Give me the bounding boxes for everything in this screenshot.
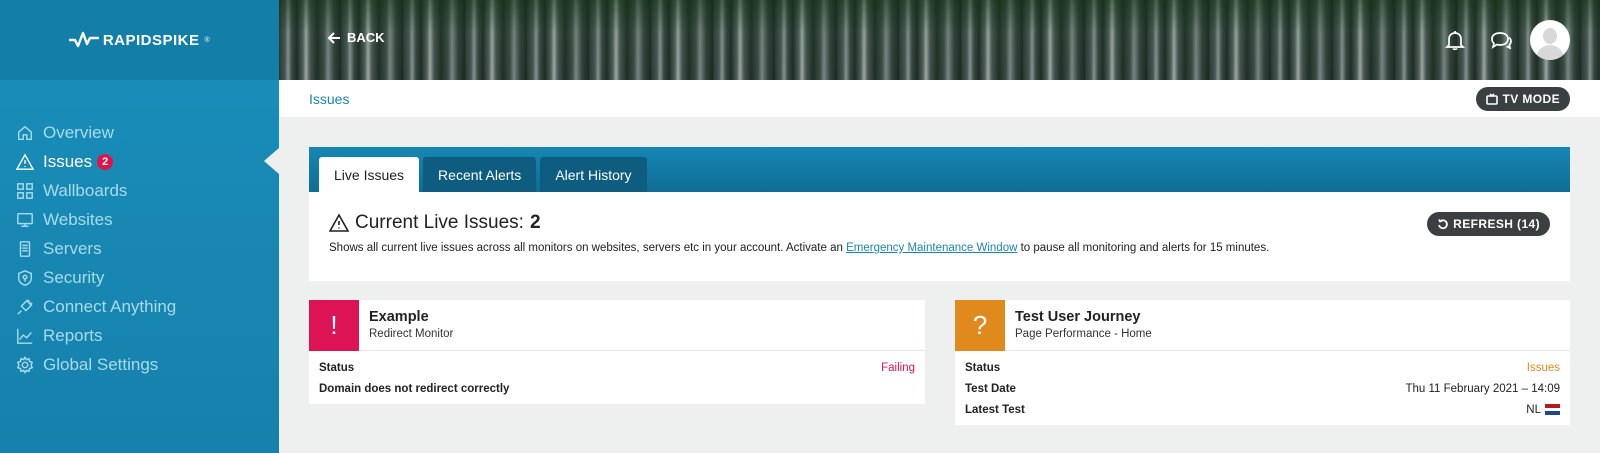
shield-icon bbox=[15, 268, 35, 288]
logo-bar: RAPIDSPIKE ® bbox=[0, 0, 279, 80]
sidebar-item-issues[interactable]: Issues 2 bbox=[0, 147, 279, 176]
issue-card-header: ! Example Redirect Monitor bbox=[309, 300, 925, 351]
sidebar-item-reports[interactable]: Reports bbox=[0, 321, 279, 350]
sidebar-item-label: Reports bbox=[43, 325, 103, 345]
tv-icon bbox=[1485, 93, 1498, 105]
issues-count-badge: 2 bbox=[97, 153, 114, 170]
tab-bar: Live Issues Recent Alerts Alert History bbox=[309, 147, 1570, 192]
netherlands-flag-icon bbox=[1545, 404, 1560, 416]
latest-test-label: Latest Test bbox=[965, 403, 1025, 416]
user-avatar[interactable] bbox=[1530, 20, 1570, 60]
unknown-status-icon: ? bbox=[955, 300, 1005, 351]
avatar-body bbox=[1536, 45, 1564, 60]
live-issues-panel: Live Issues Recent Alerts Alert History … bbox=[309, 147, 1570, 281]
issue-detail: Domain does not redirect correctly bbox=[319, 382, 510, 395]
brand-name: RAPIDSPIKE bbox=[102, 31, 200, 49]
sidebar-item-global-settings[interactable]: Global Settings bbox=[0, 350, 279, 379]
status-row: Status Failing bbox=[319, 357, 915, 378]
failing-status-icon: ! bbox=[309, 300, 359, 351]
server-icon bbox=[15, 239, 35, 259]
live-issues-title-text: Current Live Issues: bbox=[355, 212, 524, 233]
back-button[interactable]: BACK bbox=[327, 30, 385, 45]
plug-icon bbox=[15, 297, 35, 317]
issue-card-details: Status Failing Domain does not redirect … bbox=[309, 351, 925, 399]
sidebar-item-label: Overview bbox=[43, 122, 114, 142]
latest-test-value: NL bbox=[1526, 404, 1560, 416]
grid-icon bbox=[15, 181, 35, 201]
sidebar-item-websites[interactable]: Websites bbox=[0, 205, 279, 234]
warning-icon bbox=[329, 213, 349, 232]
status-label: Status bbox=[319, 361, 355, 374]
logo-mark-icon bbox=[68, 31, 99, 48]
sidebar-item-label: Security bbox=[43, 267, 105, 287]
header-banner-image bbox=[279, 0, 1600, 80]
avatar-head bbox=[1543, 28, 1557, 44]
status-label: Status bbox=[965, 361, 1001, 374]
brand-trademark: ® bbox=[204, 36, 211, 44]
breadcrumb[interactable]: Issues bbox=[309, 91, 349, 107]
back-label: BACK bbox=[347, 30, 385, 45]
description-text-before: Shows all current live issues across all… bbox=[329, 242, 847, 254]
issue-card-subtitle: Page Performance - Home bbox=[1015, 328, 1152, 340]
sidebar-item-label: Websites bbox=[43, 209, 113, 229]
active-item-indicator bbox=[264, 148, 279, 174]
latest-test-row: Latest Test NL bbox=[965, 399, 1560, 420]
issue-card[interactable]: ? Test User Journey Page Performance - H… bbox=[955, 300, 1570, 425]
tab-recent-alerts[interactable]: Recent Alerts bbox=[423, 157, 537, 192]
home-icon bbox=[15, 123, 35, 143]
brand-logo[interactable]: RAPIDSPIKE ® bbox=[68, 30, 211, 50]
monitor-icon bbox=[15, 210, 35, 230]
sidebar-nav: Overview Issues 2 Wallboards Websites Se… bbox=[0, 118, 279, 379]
refresh-icon bbox=[1438, 219, 1448, 230]
sidebar-item-label: Connect Anything bbox=[43, 296, 177, 316]
latest-test-location: NL bbox=[1526, 403, 1541, 416]
issue-card-title: Test User Journey bbox=[1015, 309, 1141, 325]
issue-card-titles: Example Redirect Monitor bbox=[359, 300, 463, 350]
live-issues-count: 2 bbox=[529, 212, 541, 233]
bell-icon[interactable] bbox=[1443, 28, 1467, 52]
sidebar-item-label: Issues bbox=[43, 151, 93, 171]
refresh-button[interactable]: REFRESH (14) bbox=[1427, 212, 1550, 236]
test-date-value: Thu 11 February 2021 – 14:09 bbox=[1405, 382, 1560, 395]
live-issues-description: Shows all current live issues across all… bbox=[329, 242, 1550, 254]
emergency-maintenance-link[interactable]: Emergency Maintenance Window bbox=[846, 242, 1017, 254]
tv-mode-label: TV MODE bbox=[1502, 92, 1560, 106]
gear-icon bbox=[15, 355, 35, 375]
test-date-row: Test Date Thu 11 February 2021 – 14:09 bbox=[965, 378, 1560, 399]
chart-icon bbox=[15, 326, 35, 346]
panel-body: Current Live Issues: 2 Shows all current… bbox=[309, 192, 1570, 254]
sidebar-item-label: Global Settings bbox=[43, 354, 159, 374]
sidebar-item-label: Servers bbox=[43, 238, 102, 258]
sidebar-item-overview[interactable]: Overview bbox=[0, 118, 279, 147]
description-text-after: to pause all monitoring and alerts for 1… bbox=[1017, 242, 1270, 254]
issue-card-header: ? Test User Journey Page Performance - H… bbox=[955, 300, 1570, 351]
issue-card-subtitle: Redirect Monitor bbox=[369, 328, 454, 340]
detail-row: Domain does not redirect correctly bbox=[319, 378, 915, 399]
sidebar: RAPIDSPIKE ® Overview Issues 2 Wallboards… bbox=[0, 0, 279, 453]
breadcrumb-bar: Issues TV MODE bbox=[279, 80, 1600, 117]
live-issues-title: Current Live Issues: 2 bbox=[329, 212, 1550, 234]
sidebar-item-connect-anything[interactable]: Connect Anything bbox=[0, 292, 279, 321]
arrow-left-icon bbox=[327, 31, 340, 44]
status-value: Failing bbox=[881, 361, 915, 374]
tv-mode-button[interactable]: TV MODE bbox=[1475, 87, 1570, 111]
sidebar-item-wallboards[interactable]: Wallboards bbox=[0, 176, 279, 205]
sidebar-item-servers[interactable]: Servers bbox=[0, 234, 279, 263]
status-value: Issues bbox=[1526, 361, 1560, 374]
chat-icon[interactable] bbox=[1489, 28, 1513, 52]
sidebar-item-label: Wallboards bbox=[43, 180, 128, 200]
tab-live-issues[interactable]: Live Issues bbox=[319, 157, 420, 192]
issue-card[interactable]: ! Example Redirect Monitor Status Failin… bbox=[309, 300, 925, 404]
status-row: Status Issues bbox=[965, 357, 1560, 378]
test-date-label: Test Date bbox=[965, 382, 1016, 395]
sidebar-item-security[interactable]: Security bbox=[0, 263, 279, 292]
issue-card-details: Status Issues Test Date Thu 11 February … bbox=[955, 351, 1570, 420]
issue-card-title: Example bbox=[369, 309, 429, 325]
tab-alert-history[interactable]: Alert History bbox=[540, 157, 647, 192]
warning-icon bbox=[15, 152, 35, 172]
refresh-label: REFRESH (14) bbox=[1453, 217, 1540, 231]
issue-card-titles: Test User Journey Page Performance - Hom… bbox=[1005, 300, 1162, 350]
